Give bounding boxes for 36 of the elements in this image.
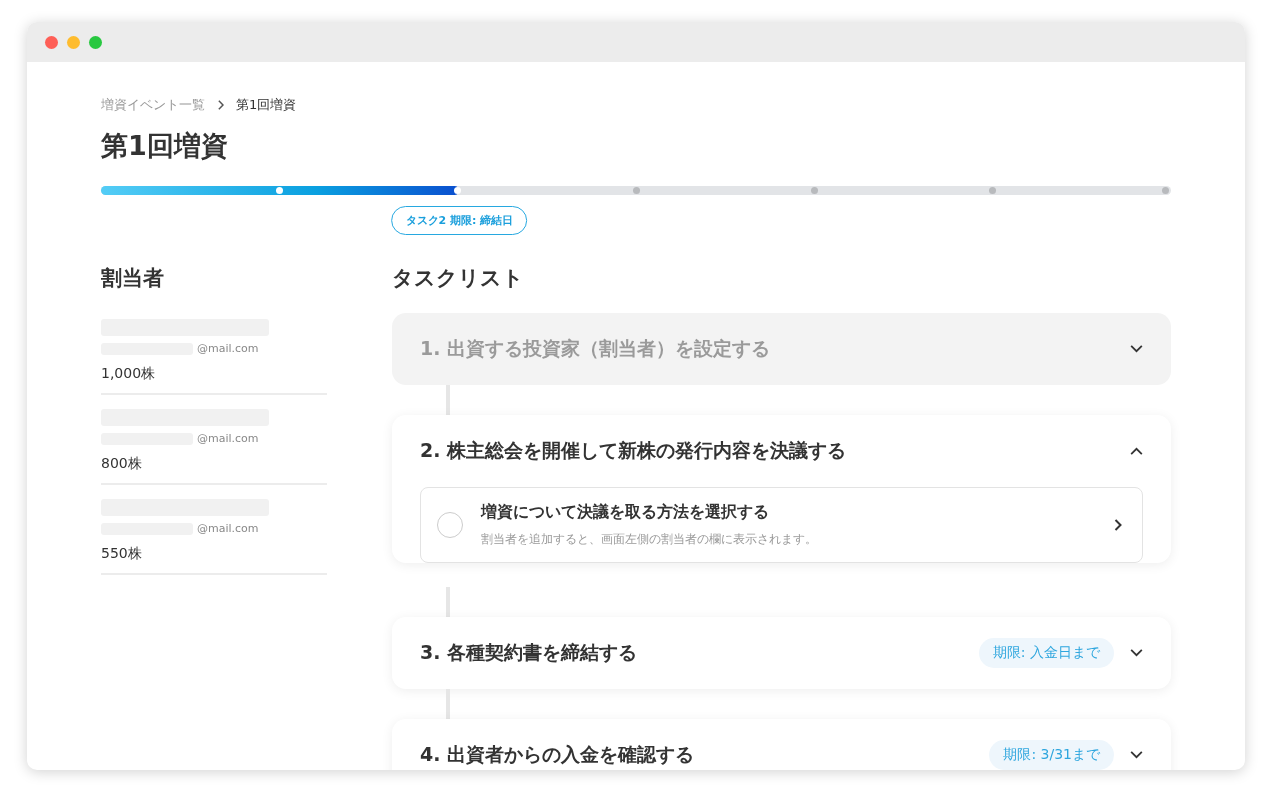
chevron-right-icon <box>1114 519 1122 531</box>
chevron-down-icon[interactable] <box>1130 649 1143 657</box>
section-heading: 割当者 <box>101 265 165 292</box>
zoom-dot[interactable] <box>89 35 102 49</box>
subtask-title: 増資について決議を取る方法を選択する <box>481 502 770 523</box>
milestone-dot <box>810 187 818 194</box>
deadline-badge: 期限: 入金日まで <box>978 638 1114 668</box>
task-title: 1. 出資する投資家（割当者）を設定する <box>420 336 772 361</box>
milestone-dot <box>989 187 997 194</box>
subtask-description: 割当者を追加すると、画面左側の割当者の欄に表示されます。 <box>481 531 818 548</box>
email-domain: @mail.com <box>197 522 259 535</box>
share-count: 800株 <box>101 454 143 473</box>
deadline-badge: 期限: 3/31まで <box>989 740 1114 770</box>
chevron-down-icon[interactable] <box>1130 751 1143 759</box>
share-count: 550株 <box>101 544 143 563</box>
task-title: 2. 株主総会を開催して新株の発行内容を決議する <box>420 438 848 463</box>
milestone-dot <box>632 187 640 194</box>
minimize-dot[interactable] <box>67 35 80 49</box>
task-title: 4. 出資者からの入金を確認する <box>420 742 696 767</box>
chevron-up-icon[interactable] <box>1130 447 1143 455</box>
close-dot[interactable] <box>45 35 58 49</box>
section-heading: タスクリスト <box>392 265 525 292</box>
task-card[interactable]: 4. 出資者からの入金を確認する 期限: 3/31まで <box>392 719 1171 770</box>
subtask-row[interactable]: 増資について決議を取る方法を選択する 割当者を追加すると、画面左側の割当者の欄に表示されます。 <box>420 487 1143 563</box>
milestone-dot <box>275 187 283 194</box>
task-card[interactable]: 2. 株主総会を開催して新株の発行内容を決議する 増資について決議を取る方法を選択する 割当者を追加すると、画面左側の割当者の欄に表示されます。 <box>392 415 1171 563</box>
email-domain: @mail.com <box>197 342 259 355</box>
chevron-right-icon <box>217 100 224 110</box>
milestone-dot <box>454 187 462 194</box>
share-count: 1,000株 <box>101 364 157 383</box>
page-title: 第1回増資 <box>101 129 229 163</box>
task-card[interactable]: 3. 各種契約書を締結する 期限: 入金日まで <box>392 617 1171 689</box>
breadcrumb-current: 第1回増資 <box>236 96 297 114</box>
task-title: 3. 各種契約書を締結する <box>420 640 639 665</box>
email-domain: @mail.com <box>197 432 259 445</box>
milestone-dot <box>1162 187 1170 194</box>
